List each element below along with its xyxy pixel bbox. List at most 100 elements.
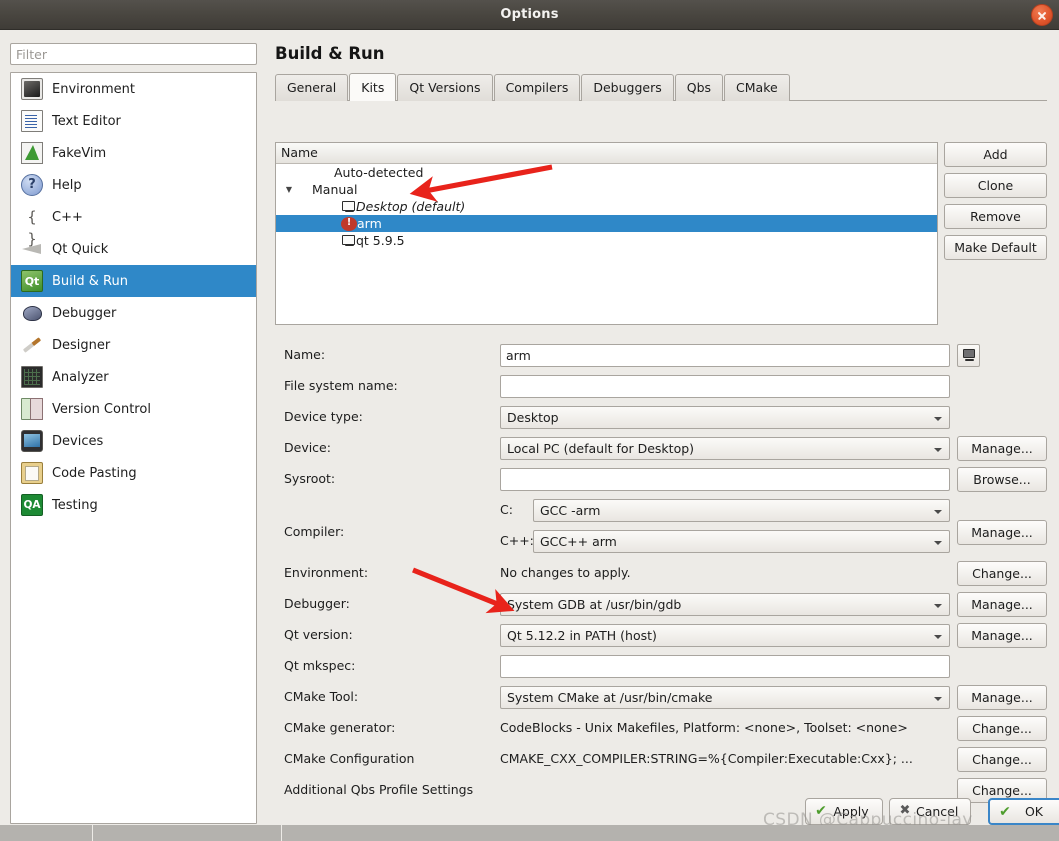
cmake-generator-change-button[interactable]: Change... (957, 716, 1047, 741)
name-device-button[interactable] (957, 344, 980, 367)
sidebar-item-qt-quick[interactable]: Qt Quick (11, 233, 256, 265)
fakevim-icon (21, 142, 43, 164)
tab-qbs[interactable]: Qbs (674, 74, 724, 101)
paper-plane-icon (21, 238, 43, 260)
qt-mkspec-input[interactable] (500, 655, 950, 678)
sidebar-item-version-control[interactable]: Version Control (11, 393, 256, 425)
cmake-tool-combo[interactable]: System CMake at /usr/bin/cmake (500, 686, 950, 709)
tab-qt-versions[interactable]: Qt Versions (397, 74, 493, 101)
compiler-cxx-prefix: C++: (500, 533, 534, 548)
sysroot-label: Sysroot: (284, 471, 336, 486)
sidebar-item-label: Environment (52, 81, 136, 97)
debugger-combo[interactable]: System GDB at /usr/bin/gdb (500, 593, 950, 616)
file-system-name-label: File system name: (284, 378, 398, 393)
kits-tree[interactable]: Name Auto-detected ▼ Manual Desktop (defaul… (275, 142, 938, 325)
device-value: Local PC (default for Desktop) (507, 441, 695, 456)
sidebar-item-code-pasting[interactable]: Code Pasting (11, 457, 256, 489)
compiler-label: Compiler: (284, 524, 345, 539)
qa-badge-icon (21, 494, 43, 516)
cmake-configuration-change-button[interactable]: Change... (957, 747, 1047, 772)
clone-button[interactable]: Clone (944, 173, 1047, 198)
kit-tree-row[interactable]: qt 5.9.5 (276, 232, 937, 249)
compiler-manage-button[interactable]: Manage... (957, 520, 1047, 545)
apply-button[interactable]: ✔ Apply (805, 798, 883, 825)
device-manage-button[interactable]: Manage... (957, 436, 1047, 461)
remove-button[interactable]: Remove (944, 204, 1047, 229)
device-type-combo[interactable]: Desktop (500, 406, 950, 429)
tree-no-icon (296, 183, 312, 197)
sysroot-input[interactable] (500, 468, 950, 491)
sidebar-item-label: Version Control (52, 401, 151, 417)
sidebar-item-label: C++ (52, 209, 83, 225)
check-icon: ✔ (999, 804, 1011, 820)
qt-mkspec-label: Qt mkspec: (284, 658, 356, 673)
compiler-c-combo[interactable]: GCC -arm (533, 499, 950, 522)
make-default-button[interactable]: Make Default (944, 235, 1047, 260)
status-strip (0, 825, 1059, 841)
add-button[interactable]: Add (944, 142, 1047, 167)
qt-build-icon (21, 270, 43, 292)
file-system-name-input[interactable] (500, 375, 950, 398)
kit-tree-row[interactable]: ▼ Manual (276, 181, 937, 198)
sidebar-item-designer[interactable]: Designer (11, 329, 256, 361)
filter-input[interactable] (10, 43, 257, 65)
sidebar-item-devices[interactable]: Devices (11, 425, 256, 457)
monitor-icon (340, 200, 356, 214)
environment-label: Environment: (284, 565, 369, 580)
kit-tree-row[interactable]: arm (276, 215, 937, 232)
kit-tree-row[interactable]: Auto-detected (276, 164, 937, 181)
cancel-button[interactable]: ✖ Cancel (889, 798, 972, 825)
device-type-label: Device type: (284, 409, 363, 424)
name-input[interactable] (500, 344, 950, 367)
debugger-label: Debugger: (284, 596, 350, 611)
sidebar-item-environment[interactable]: Environment (11, 73, 256, 105)
tab-debuggers[interactable]: Debuggers (581, 74, 674, 101)
kit-tree-row[interactable]: Desktop (default) (276, 198, 937, 215)
kit-tree-row-label: Manual (312, 182, 358, 197)
cmake-tool-value: System CMake at /usr/bin/cmake (507, 690, 713, 705)
close-icon[interactable] (1031, 4, 1053, 26)
tab-cmake[interactable]: CMake (724, 74, 790, 101)
sidebar-item-label: Devices (52, 433, 104, 449)
title-bar: Options (0, 0, 1059, 30)
device-type-value: Desktop (507, 410, 559, 425)
dialog-button-bar[interactable]: ✔ Apply ✖ Cancel ✔ OK (0, 798, 1059, 828)
sidebar-item-build-run[interactable]: Build & Run (11, 265, 256, 297)
sidebar-item-debugger[interactable]: Debugger (11, 297, 256, 329)
tab-compilers[interactable]: Compilers (493, 74, 581, 101)
chevron-down-icon[interactable]: ▼ (282, 181, 296, 198)
tab-kits[interactable]: Kits (349, 73, 397, 101)
tab-bar[interactable]: General Kits Qt Versions Compilers Debuggers… (275, 73, 1047, 101)
ok-button[interactable]: ✔ OK (988, 798, 1059, 825)
sidebar-item-testing[interactable]: Testing (11, 489, 256, 521)
chevron-down-icon (934, 697, 942, 701)
check-icon: ✔ (815, 803, 827, 819)
sidebar-item-c[interactable]: C++ (11, 201, 256, 233)
kit-action-buttons[interactable]: Add Clone Remove Make Default (944, 142, 1049, 266)
category-sidebar[interactable]: Environment Text Editor FakeVim Help C++ Qt Q… (10, 72, 257, 824)
chevron-down-icon (934, 604, 942, 608)
qt-version-manage-button[interactable]: Manage... (957, 623, 1047, 648)
kits-tree-rows[interactable]: Auto-detected ▼ Manual Desktop (default) arm… (276, 164, 937, 249)
sidebar-item-help[interactable]: Help (11, 169, 256, 201)
device-combo[interactable]: Local PC (default for Desktop) (500, 437, 950, 460)
dialog-button-label: Apply (833, 804, 869, 819)
sidebar-item-fakevim[interactable]: FakeVim (11, 137, 256, 169)
cmake-generator-label: CMake generator: (284, 720, 396, 735)
monitor-icon (963, 349, 975, 358)
cmake-tool-manage-button[interactable]: Manage... (957, 685, 1047, 710)
sysroot-browse-button[interactable]: Browse... (957, 467, 1047, 492)
sidebar-item-label: FakeVim (52, 145, 107, 161)
sidebar-item-text-editor[interactable]: Text Editor (11, 105, 256, 137)
environment-change-button[interactable]: Change... (957, 561, 1047, 586)
qt-version-combo[interactable]: Qt 5.12.2 in PATH (host) (500, 624, 950, 647)
dialog-button-label: Cancel (916, 804, 959, 819)
pencil-ruler-icon (21, 334, 43, 356)
tab-general[interactable]: General (275, 74, 349, 101)
debugger-manage-button[interactable]: Manage... (957, 592, 1047, 617)
environment-value: No changes to apply. (500, 565, 631, 580)
sidebar-item-analyzer[interactable]: Analyzer (11, 361, 256, 393)
compiler-cxx-combo[interactable]: GCC++ arm (533, 530, 950, 553)
options-dialog: Options Environment Text Editor FakeVim Hel… (0, 0, 1059, 841)
oscilloscope-icon (21, 366, 43, 388)
